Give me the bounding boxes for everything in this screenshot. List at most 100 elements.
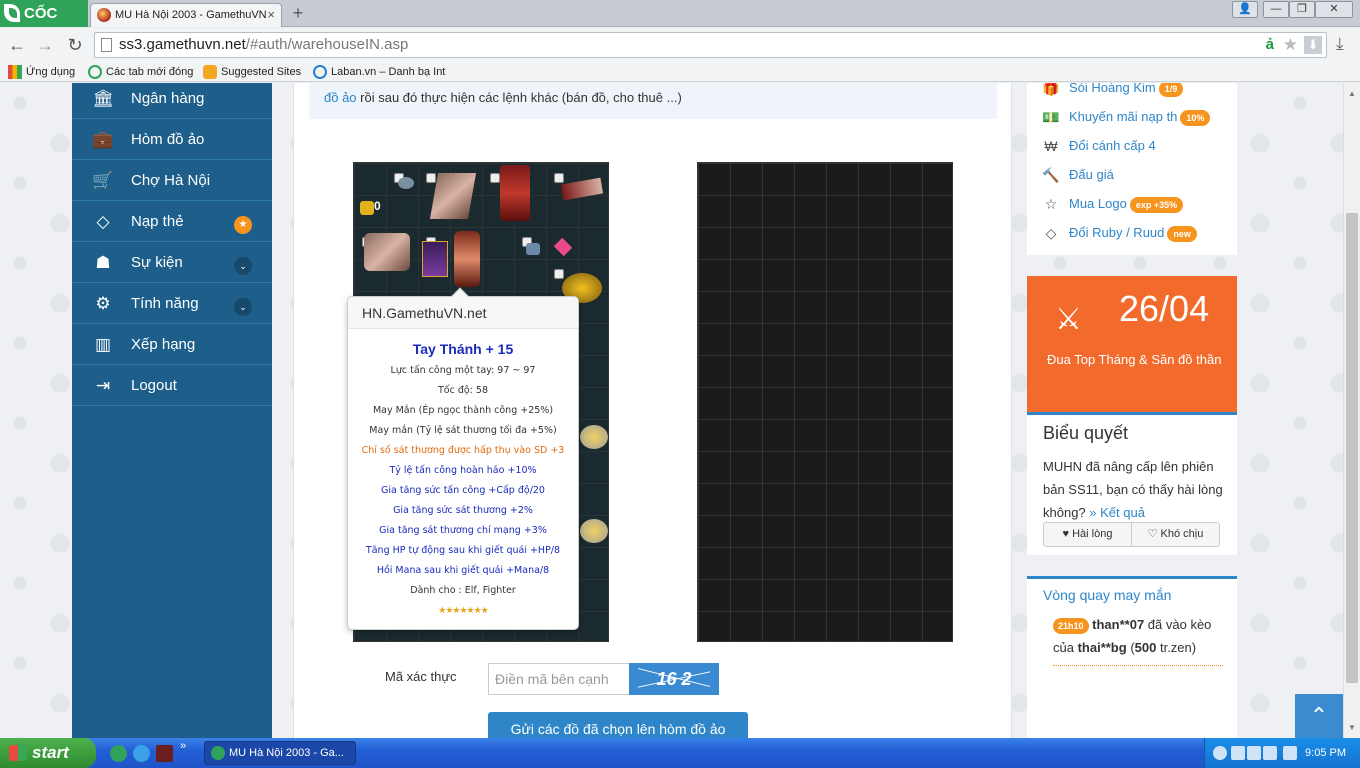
mu-game-icon[interactable] [156, 745, 173, 762]
sidebar-item-label: Hòm đồ ảo [131, 131, 205, 148]
chevron-down-icon[interactable]: ⌄ [234, 298, 252, 316]
browser-titlebar: CỐC CỐC MU Hà Nội 2003 - GamethuVN × + 👤… [0, 0, 1360, 49]
page-scrollbar[interactable]: ▲ ▼ [1343, 83, 1360, 738]
poll-satisfied-button[interactable]: ♥ Hài lòng [1043, 522, 1132, 547]
quick-link-0[interactable]: 🎁 Sói Hoàng Kim 1/9 [1042, 83, 1184, 99]
item-option-line: May Mắn (Ép ngọc thành công +25%) [372, 405, 554, 416]
tay-thanh-item-icon[interactable] [454, 231, 480, 287]
sidebar-item-logout[interactable]: ⇥ Logout [72, 366, 272, 406]
bookmark-recent-tabs[interactable]: Các tab mới đóng [88, 64, 193, 80]
internet-explorer-icon[interactable] [133, 745, 150, 762]
bookmark-laban[interactable]: Laban.vn – Danh bạ Int [313, 64, 450, 80]
jewel-item-icon[interactable] [398, 177, 414, 189]
item-option-line: Gia tăng sát thương chí mạng +3% [379, 525, 547, 536]
virtual-chest-grid[interactable] [697, 162, 953, 642]
sidebar-item-virtual-chest[interactable]: 💼 Hòm đồ ảo [72, 120, 272, 160]
coccoc-logo[interactable]: CỐC CỐC [0, 0, 88, 49]
quick-link-label: Khuyến mãi nạp th [1069, 109, 1178, 124]
bookmark-suggested-sites[interactable]: Suggested Sites [203, 64, 301, 80]
boots-item-icon[interactable] [364, 233, 410, 271]
quick-link-2[interactable]: ₩ Đổi cánh cấp 4 [1042, 135, 1156, 157]
captcha-image: 16 2 [629, 663, 719, 695]
maximize-button[interactable]: ❐ [1289, 1, 1315, 18]
item-checkbox[interactable] [554, 269, 564, 279]
item-checkbox[interactable] [554, 173, 564, 183]
item-option-line: Lực tấn công một tay: 97 ~ 97 [390, 365, 536, 376]
url-path: /#auth/warehouseIN.asp [245, 36, 409, 53]
savior-download-icon[interactable]: ⬇ [1304, 36, 1322, 54]
taskbar-window-button[interactable]: MU Hà Nội 2003 - Ga... [204, 741, 356, 765]
quick-link-label: Sói Hoàng Kim [1069, 83, 1156, 95]
armor-item-icon[interactable] [500, 165, 530, 221]
captcha-input[interactable] [488, 663, 629, 695]
pendant-item-icon[interactable] [580, 425, 608, 449]
quick-link-1[interactable]: 💵 Khuyến mãi nạp th 10% [1042, 106, 1211, 128]
back-arrow-icon[interactable]: ← [6, 34, 28, 56]
reload-icon[interactable]: ↻ [64, 34, 86, 56]
ruby-item-icon[interactable] [553, 237, 573, 257]
windows-flag-icon [9, 745, 27, 761]
poll-results-link[interactable]: » Kết quả [1089, 505, 1145, 520]
poll-unsatisfied-button[interactable]: ♡ Khó chịu [1131, 522, 1220, 547]
browser-tab[interactable]: MU Hà Nội 2003 - GamethuVN × [90, 3, 282, 27]
chevron-down-icon[interactable]: ⌄ [234, 257, 252, 275]
gloves-item-icon[interactable] [429, 173, 477, 219]
back-to-top-button[interactable]: ⌃ [1295, 694, 1343, 738]
item-checkbox[interactable] [426, 173, 436, 183]
close-window-button[interactable]: ✕ [1315, 1, 1353, 18]
quicklaunch-more-icon[interactable]: » [180, 740, 186, 752]
scroll-up-arrow-icon[interactable]: ▲ [1348, 89, 1356, 98]
tray-expand-icon[interactable] [1213, 746, 1227, 760]
sidebar-item-market[interactable]: 🛒 Chợ Hà Nội [72, 161, 272, 201]
sidebar-item-ranking[interactable]: ▥ Xếp hạng [72, 325, 272, 365]
sidebar-menu: 🏛 Ngân hàng 💼 Hòm đồ ảo 🛒 Chợ Hà Nội ◇ N… [72, 83, 272, 738]
quick-link-5[interactable]: ◇ Đổi Ruby / Ruud new [1042, 222, 1197, 244]
minimize-button[interactable]: — [1263, 1, 1289, 18]
sidebar-item-bank[interactable]: 🏛 Ngân hàng [72, 83, 272, 119]
tray-network-icon[interactable] [1247, 746, 1261, 760]
taskbar-window-label: MU Hà Nội 2003 - Ga... [229, 747, 344, 759]
scroll-down-arrow-icon[interactable]: ▼ [1348, 723, 1356, 732]
sidebar-item-events[interactable]: ☗ Sự kiện ⌄ [72, 243, 272, 283]
poll-question: MUHN đã nâng cấp lên phiên bản SS11, bạn… [1043, 455, 1228, 524]
android-icon: ☗ [95, 253, 111, 272]
sidebar-item-features[interactable]: ⚙ Tính năng ⌄ [72, 284, 272, 324]
url-host: ss3.gamethuvn.net [119, 36, 246, 53]
entry-user: than**07 [1092, 617, 1145, 632]
address-bar[interactable]: ss3.gamethuvn.net/#auth/warehouseIN.asp … [94, 32, 1327, 58]
submit-to-chest-button[interactable]: Gửi các đồ đã chọn lên hòm đồ ảo [488, 712, 748, 738]
bookmark-star-icon[interactable]: ★ [1283, 33, 1298, 57]
notice-link[interactable]: đồ ảo [324, 90, 357, 105]
start-button[interactable]: start [0, 738, 96, 768]
profile-button[interactable]: 👤 [1232, 1, 1258, 18]
tab-close-icon[interactable]: × [267, 4, 275, 26]
tray-volume-icon[interactable] [1263, 746, 1277, 760]
entry-amount: 500 [1134, 640, 1157, 655]
coccoc-dictionary-icon[interactable]: ả [1266, 33, 1274, 57]
item-tooltip: HN.GamethuVN.net Tay Thánh + 15 Lực tấn … [347, 287, 579, 630]
item-option-line: Tốc độ: 58 [437, 385, 488, 396]
item-checkbox[interactable] [490, 173, 500, 183]
pendant-item-icon[interactable] [580, 519, 608, 543]
sidebar-item-topup[interactable]: ◇ Nạp thẻ ★ [72, 202, 272, 242]
new-tab-button[interactable]: + [288, 4, 308, 22]
bookmark-apps[interactable]: Ứng dụng [8, 64, 75, 80]
downloads-icon[interactable]: ⤓ [1336, 34, 1344, 54]
quick-link-3[interactable]: 🔨 Đấu giá [1042, 164, 1114, 186]
entry-time-badge: 21h10 [1053, 617, 1089, 634]
lucky-wheel-title[interactable]: Vòng quay may mắn [1043, 587, 1171, 603]
tray-language-icon[interactable] [1283, 746, 1297, 760]
quick-link-label: Đổi cánh cấp 4 [1069, 138, 1156, 153]
forward-arrow-icon[interactable]: → [34, 34, 56, 56]
wings-item-icon[interactable] [560, 177, 604, 201]
coccoc-quicklaunch-icon[interactable] [110, 745, 127, 762]
scroll-thumb[interactable] [1346, 213, 1358, 683]
bookmarks-bar: Ứng dụng Các tab mới đóng Suggested Site… [0, 62, 1360, 82]
captcha-label: Mã xác thực [385, 669, 457, 684]
tray-unikey-icon[interactable] [1231, 746, 1245, 760]
scroll-item-icon[interactable] [422, 241, 448, 277]
quick-link-4[interactable]: ☆ Mua Logo exp +35% [1042, 193, 1184, 215]
quick-link-badge: exp +35% [1129, 196, 1184, 213]
jewel-item-icon[interactable] [526, 243, 540, 255]
event-banner[interactable]: ⚔ 26/04 Đua Top Tháng & Săn đồ thần [1027, 276, 1237, 412]
